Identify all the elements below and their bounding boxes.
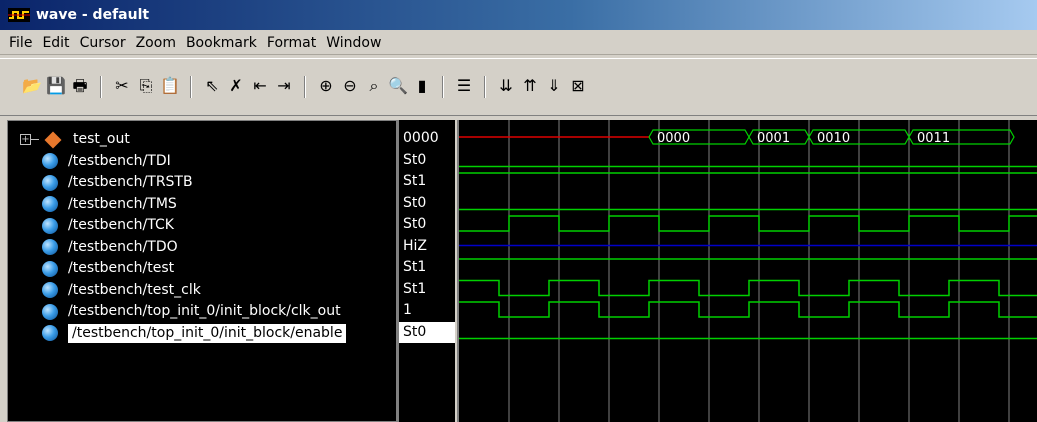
signal-row[interactable]: /testbench/TRSTB <box>8 172 396 193</box>
signal-row[interactable]: /testbench/test <box>8 258 396 279</box>
copy-icon[interactable]: ⎘ <box>135 76 157 98</box>
signal-wire-icon <box>42 239 58 255</box>
signal-name: /testbench/test <box>68 260 175 276</box>
signal-value: 1 <box>403 302 412 318</box>
cursor-left-icon[interactable]: ⇤ <box>249 76 271 98</box>
window-title: wave - default <box>36 7 150 23</box>
zoom-in-icon[interactable]: ⊕ <box>315 76 337 98</box>
waveform-panel[interactable]: 0000 0001 0010 0011 <box>457 120 1037 422</box>
menu-cursor[interactable]: Cursor <box>75 32 131 54</box>
wave-pane: + test_out/testbench/TDI/testbench/TRSTB /… <box>5 118 1037 422</box>
next-edge-icon[interactable]: ⇈ <box>519 76 541 98</box>
signal-value: St1 <box>403 259 427 275</box>
zoom-out-icon[interactable]: ⊖ <box>339 76 361 98</box>
menu-file[interactable]: File <box>4 32 37 54</box>
toolbar-separator <box>442 76 444 98</box>
signal-name: /testbench/TCK <box>68 217 174 233</box>
signal-row[interactable]: /testbench/TDO <box>8 237 396 258</box>
signal-wire-icon <box>42 196 58 212</box>
signal-value: St0 <box>403 216 427 232</box>
signal-row[interactable]: /testbench/top_init_0/init_block/enable <box>8 323 396 344</box>
signal-wire-icon <box>42 325 58 341</box>
toolbar-separator <box>190 76 192 98</box>
waveform-test-clk <box>459 279 1037 297</box>
cut-icon[interactable]: ✂ <box>111 76 133 98</box>
signal-row[interactable]: /testbench/TDI <box>8 151 396 172</box>
wave-app-icon <box>8 8 30 22</box>
signal-wire-icon <box>42 217 58 234</box>
stop-icon[interactable]: ▮ <box>411 76 433 98</box>
signal-name: /testbench/TDI <box>68 152 171 169</box>
clear-icon[interactable]: ⊠ <box>567 76 589 98</box>
toolbar-separator <box>484 76 486 98</box>
menu-window[interactable]: Window <box>321 32 386 54</box>
signal-row[interactable]: /testbench/test_clk <box>8 280 396 301</box>
signal-name: /testbench/TDO <box>68 238 178 255</box>
signal-value: St1 <box>403 280 427 297</box>
signal-wire-icon <box>42 174 58 191</box>
signal-value: St0 <box>403 151 427 168</box>
bus-segment-value: 0000 <box>657 131 690 146</box>
zoom-area-icon[interactable]: 🔍 <box>387 76 409 98</box>
print-icon[interactable]: 🖶 <box>69 76 91 98</box>
signal-value: HiZ <box>403 237 428 254</box>
delete-cursor-icon[interactable]: ✗ <box>225 76 247 98</box>
bus-diamond-icon <box>44 131 62 148</box>
open-icon[interactable]: 📂 <box>21 76 43 98</box>
signal-names-panel: + test_out/testbench/TDI/testbench/TRSTB /… <box>7 120 397 422</box>
bus-segment-value: 0011 <box>917 131 950 146</box>
signal-name: /testbench/TMS <box>68 195 177 212</box>
signal-row[interactable]: /testbench/top_init_0/init_block/clk_out <box>8 301 396 322</box>
waveform-clk-out <box>459 301 1037 318</box>
signal-wire-icon <box>42 260 58 277</box>
signal-name: /testbench/top_init_0/init_block/enable <box>68 323 347 343</box>
signal-name: /testbench/TRSTB <box>68 174 193 190</box>
signal-name: /testbench/top_init_0/init_block/clk_out <box>68 303 341 319</box>
signal-value: 0000 <box>403 130 439 146</box>
signal-row[interactable]: /testbench/TMS <box>8 194 396 215</box>
paste-icon[interactable]: 📋 <box>159 76 181 98</box>
signal-name: test_out <box>73 131 130 147</box>
title-bar: wave - default <box>0 0 1037 30</box>
waveform-tck <box>459 215 1037 232</box>
signal-wire-icon <box>42 282 58 298</box>
cursor-right-icon[interactable]: ⇥ <box>273 76 295 98</box>
menu-edit[interactable]: Edit <box>37 32 74 54</box>
menu-bar: File Edit Cursor Zoom Bookmark Format Wi… <box>0 31 1037 55</box>
bus-segment-value: 0010 <box>817 131 850 146</box>
signal-value: St0 <box>399 321 455 343</box>
signal-values-panel: 0000 St0 St1 St0 St0 HiZ St1 St1 1 St0 <box>397 120 455 422</box>
zoom-full-icon[interactable]: ⌕ <box>363 76 385 98</box>
signal-row[interactable]: + test_out <box>8 129 396 150</box>
edge-down-icon[interactable]: ⇓ <box>543 76 565 98</box>
signal-value: St0 <box>403 194 427 211</box>
select-pointer-icon[interactable]: ⇖ <box>201 76 223 98</box>
find-icon[interactable]: ☰ <box>453 76 475 98</box>
expand-icon[interactable]: + <box>20 134 31 145</box>
toolbar-separator <box>100 76 102 98</box>
menu-format[interactable]: Format <box>262 32 321 54</box>
signal-row[interactable]: /testbench/TCK <box>8 215 396 236</box>
bus-segment-value: 0001 <box>757 131 790 146</box>
menu-bookmark[interactable]: Bookmark <box>181 32 262 54</box>
signal-wire-icon <box>42 153 58 169</box>
signal-wire-icon <box>42 303 58 320</box>
signal-value: St1 <box>403 173 427 189</box>
save-icon[interactable]: 💾 <box>45 76 67 98</box>
toolbar-separator <box>304 76 306 98</box>
signal-name: /testbench/test_clk <box>68 281 201 298</box>
menu-zoom[interactable]: Zoom <box>131 32 181 54</box>
prev-edge-icon[interactable]: ⇊ <box>495 76 517 98</box>
tree-connector <box>31 139 39 140</box>
toolbar: 📂 💾 🖶 ✂ ⎘ 📋 ⇖ ✗ ⇤ ⇥ ⊕ ⊖ ⌕ 🔍 ▮ ☰ ⇊ ⇈ ⇓ ⊠ <box>0 58 1037 116</box>
